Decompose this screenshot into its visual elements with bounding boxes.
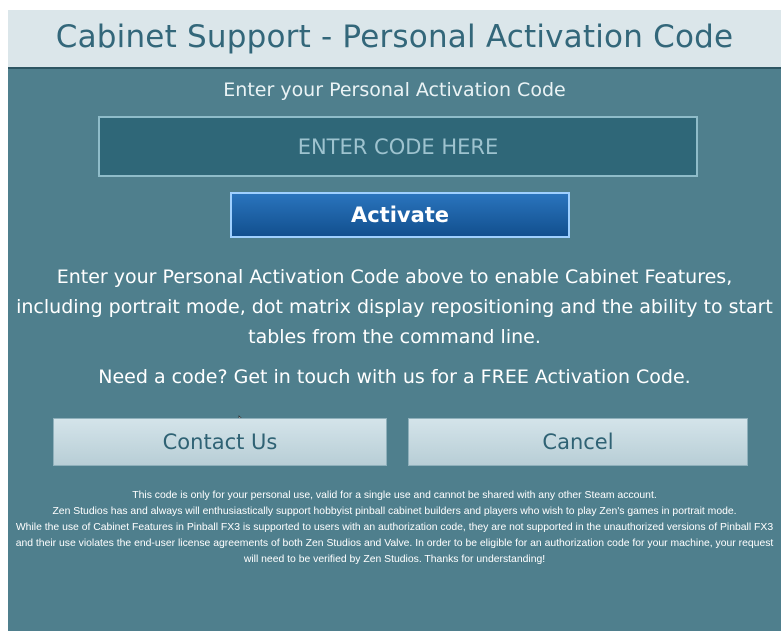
need-code-text: Need a code? Get in touch with us for a … — [98, 366, 691, 388]
disclaimer-text: This code is only for your personal use,… — [12, 488, 777, 568]
disclaimer-line-2: Zen Studios has and always will enthusia… — [52, 506, 737, 517]
dialog-title: Cabinet Support - Personal Activation Co… — [55, 19, 734, 55]
code-prompt: Enter your Personal Activation Code — [223, 79, 566, 101]
disclaimer-line-3: While the use of Cabinet Features in Pin… — [15, 522, 774, 565]
disclaimer-line-1: This code is only for your personal use,… — [132, 490, 657, 501]
activation-code-input[interactable] — [98, 116, 698, 177]
contact-us-button[interactable]: Contact Us — [53, 418, 387, 466]
title-bar: Cabinet Support - Personal Activation Co… — [8, 10, 781, 67]
description-text: Enter your Personal Activation Code abov… — [16, 266, 773, 348]
cancel-button[interactable]: Cancel — [408, 418, 748, 466]
activate-button[interactable]: Activate — [230, 192, 570, 238]
title-divider — [8, 67, 781, 69]
cabinet-support-dialog: Cabinet Support - Personal Activation Co… — [8, 10, 781, 631]
